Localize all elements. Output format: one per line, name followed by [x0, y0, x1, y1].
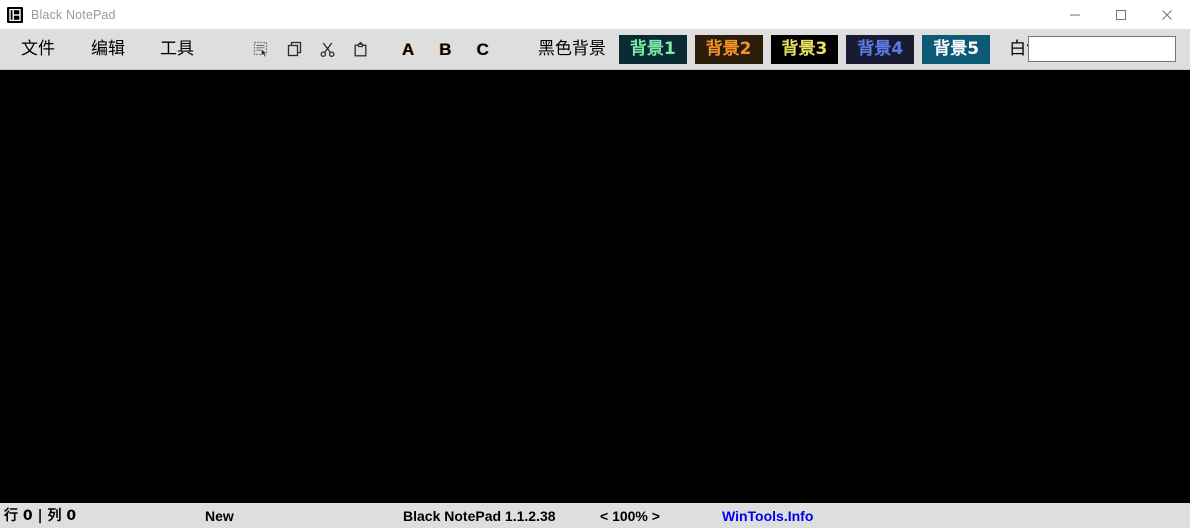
- toolbar-icon-group: [251, 39, 370, 59]
- select-all-icon[interactable]: [251, 39, 271, 59]
- window-controls: [1052, 0, 1190, 29]
- menu-item-tools[interactable]: 工具: [154, 39, 200, 60]
- paste-icon[interactable]: [350, 39, 370, 59]
- copy-icon[interactable]: [284, 39, 304, 59]
- app-b-logo-icon: [7, 6, 23, 23]
- font-c-button[interactable]: C: [473, 40, 493, 59]
- editor-textarea[interactable]: [0, 70, 1190, 503]
- search-field-wrapper: [1028, 36, 1176, 62]
- bg-black-button[interactable]: 黑色背景: [529, 36, 615, 63]
- status-line-column: 行 0 | 列 0: [4, 507, 77, 524]
- status-app-version: Black NotePad 1.1.2.38: [403, 507, 556, 524]
- bg-5-button[interactable]: 背景5: [922, 34, 991, 64]
- font-b-button[interactable]: B: [435, 40, 455, 59]
- bg-2-button[interactable]: 背景2: [694, 34, 763, 64]
- status-bar: 行 0 | 列 0 New Black NotePad 1.1.2.38 < 1…: [0, 503, 1190, 528]
- bg-3-button[interactable]: 背景3: [770, 34, 839, 64]
- status-website-link[interactable]: WinTools.Info: [722, 509, 813, 523]
- status-zoom-level[interactable]: < 100% >: [600, 509, 660, 523]
- editor-area[interactable]: [0, 70, 1190, 503]
- toolbar: 文件 编辑 工具 A B C 黑色背景 背景1 背景2 背景3 背景4 背景5: [0, 29, 1190, 70]
- bg-1-button[interactable]: 背景1: [618, 34, 687, 64]
- menu-item-edit[interactable]: 编辑: [85, 39, 131, 60]
- font-a-button[interactable]: A: [398, 40, 418, 59]
- menu-item-file[interactable]: 文件: [15, 39, 61, 60]
- bg-4-button[interactable]: 背景4: [846, 34, 915, 64]
- close-icon[interactable]: [1144, 0, 1190, 29]
- maximize-icon[interactable]: [1098, 0, 1144, 29]
- app-window: Black NotePad 文件 编辑 工具 A B C 黑色背景 背景1 背景…: [0, 0, 1190, 528]
- minimize-icon[interactable]: [1052, 0, 1098, 29]
- window-title: Black NotePad: [31, 7, 116, 22]
- cut-icon[interactable]: [317, 39, 337, 59]
- title-bar: Black NotePad: [0, 0, 1190, 29]
- background-button-group: 黑色背景 背景1 背景2 背景3 背景4 背景5 白色背景: [529, 34, 1086, 64]
- status-document-name: New: [205, 507, 234, 524]
- font-button-group: A B C: [398, 40, 493, 59]
- search-input[interactable]: [1028, 36, 1176, 62]
